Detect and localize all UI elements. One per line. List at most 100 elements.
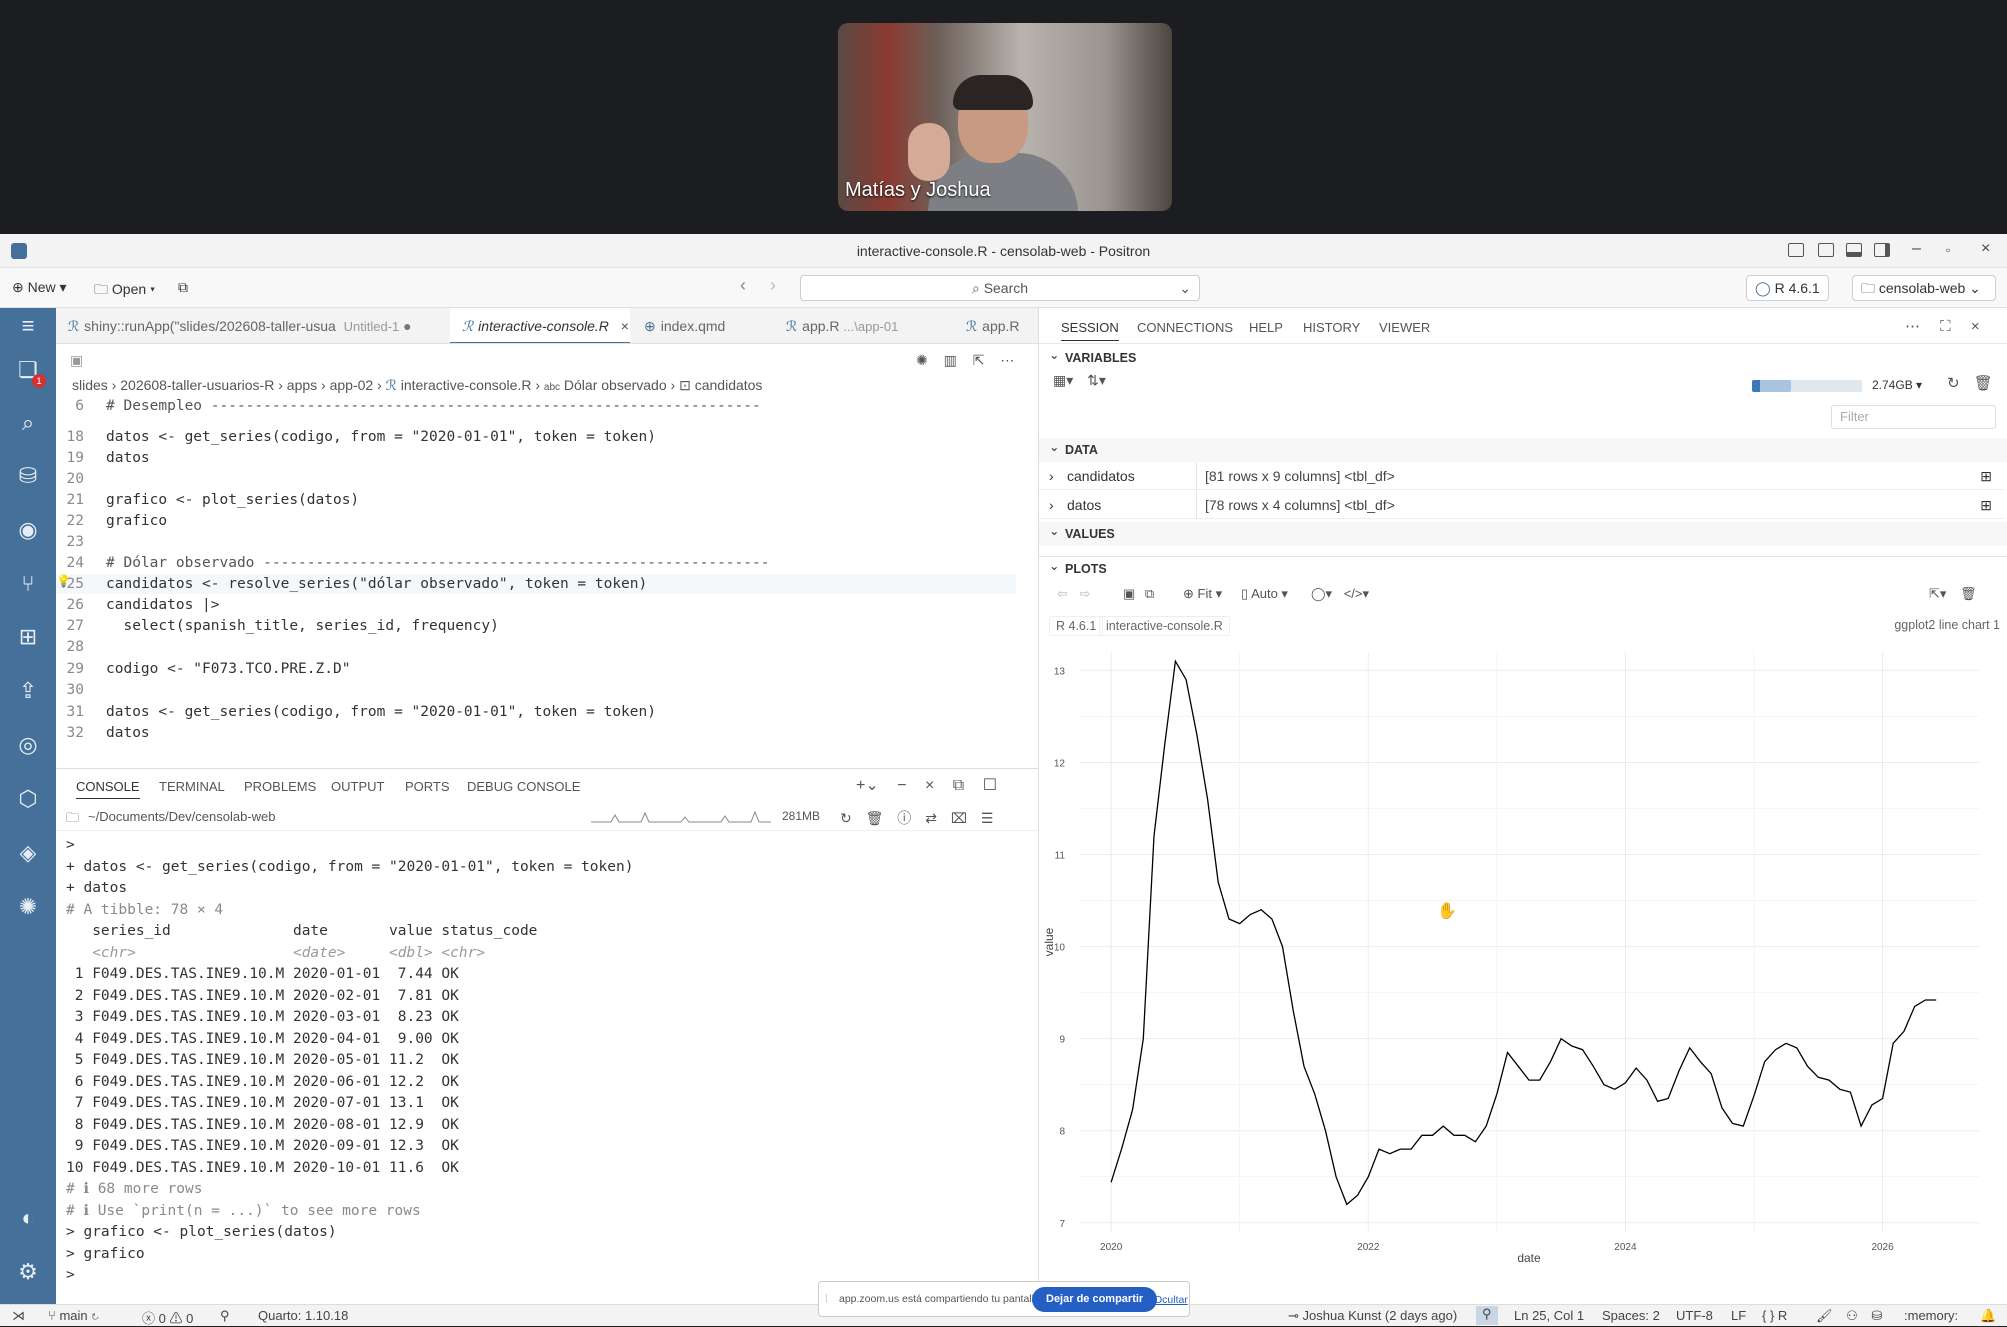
code-line[interactable]: 6 # Desempleo ---------------------------…: [56, 396, 1016, 416]
line-ending[interactable]: LF: [1731, 1308, 1746, 1323]
data-section-header[interactable]: DATA: [1039, 435, 2007, 462]
breadcrumb-item[interactable]: app-02: [330, 377, 374, 393]
db-icon[interactable]: ⛁: [1871, 1308, 1882, 1323]
tab-app-r-01[interactable]: ℛapp.R ...\app-01: [774, 308, 944, 343]
minimize-icon[interactable]: –: [1912, 240, 1921, 258]
tab-connections[interactable]: CONNECTIONS: [1137, 320, 1233, 335]
plots-header[interactable]: PLOTS: [1039, 554, 2007, 580]
hide-link[interactable]: Ocultar: [1154, 1294, 1188, 1306]
add-console-icon[interactable]: +⌄: [856, 777, 879, 794]
code-line[interactable]: 30: [56, 680, 1016, 700]
workspace-icon[interactable]: ⧉: [178, 279, 188, 296]
code-line[interactable]: 22 grafico: [56, 511, 1016, 531]
code-line[interactable]: 19 datos: [56, 448, 1016, 468]
code-line[interactable]: 26 candidatos |>: [56, 595, 1016, 615]
code-line[interactable]: 18 datos <- get_series(codigo, from = "20…: [56, 427, 1016, 447]
chevron-right-icon[interactable]: ›: [1049, 462, 1054, 490]
clear-console-icon[interactable]: ⌧: [951, 810, 967, 826]
tab-problems[interactable]: PROBLEMS: [244, 779, 316, 794]
more-actions-icon[interactable]: ⋯: [1000, 352, 1014, 368]
minimize-panel-icon[interactable]: −: [897, 777, 906, 794]
trash-icon[interactable]: 🗑: [1974, 375, 1993, 392]
chevron-right-icon[interactable]: ›: [1049, 491, 1054, 519]
memory-usage-label[interactable]: 2.74GB ▾: [1872, 378, 1922, 392]
source-control-icon[interactable]: ⑂: [14, 570, 42, 598]
auto-dropdown[interactable]: ▯ Auto ▾: [1241, 586, 1288, 602]
breadcrumb-item[interactable]: Dólar observado: [564, 377, 667, 393]
code-line[interactable]: 24 # Dólar observado --------------------…: [56, 553, 1016, 573]
cursor-position[interactable]: Ln 25, Col 1: [1514, 1308, 1584, 1323]
code-line[interactable]: 32 datos: [56, 723, 1016, 743]
code-line[interactable]: 27 select(spanish_title, series_id, freq…: [56, 616, 1016, 636]
close-icon[interactable]: ×: [925, 777, 934, 794]
view-table-icon[interactable]: ⊞: [1980, 462, 1992, 490]
back-arrow-icon[interactable]: ‹: [740, 275, 746, 296]
open-in-new-window-icon[interactable]: ⇱▾: [1929, 586, 1946, 601]
interrupt-icon[interactable]: ⇄: [925, 810, 937, 826]
copy-plot-icon[interactable]: ⧉: [1145, 586, 1154, 601]
split-editor-icon[interactable]: ▥: [944, 352, 957, 368]
grouping-icon[interactable]: ▦▾: [1053, 372, 1073, 388]
forward-arrow-icon[interactable]: ›: [770, 275, 776, 296]
code-icon[interactable]: </>▾: [1344, 586, 1369, 601]
info-icon[interactable]: ⓘ: [897, 810, 911, 826]
more-actions-icon[interactable]: ⋯: [1905, 318, 1920, 335]
run-debug-icon[interactable]: ◉: [14, 516, 42, 544]
memory-indicator[interactable]: :memory:: [1904, 1308, 1958, 1323]
search-icon[interactable]: ⌕: [14, 409, 42, 437]
assistant-icon[interactable]: ✺: [916, 352, 928, 368]
breadcrumb-item[interactable]: candidatos: [695, 377, 763, 393]
toggle-sidebar-icon[interactable]: [1818, 243, 1834, 257]
tab-index-qmd[interactable]: ⊕ index.qmd: [632, 308, 762, 343]
publish-icon[interactable]: ⇪: [14, 677, 42, 705]
tab-debug-console[interactable]: DEBUG CONSOLE: [467, 779, 580, 794]
extensions-icon[interactable]: ⊞: [14, 623, 42, 651]
refresh-icon[interactable]: ↻: [1947, 375, 1960, 392]
code-line[interactable]: 31 datos <- get_series(codigo, from = "20…: [56, 702, 1016, 722]
wrap-icon[interactable]: ☰: [981, 810, 994, 826]
github-icon[interactable]: ◎: [14, 731, 42, 759]
code-line[interactable]: 21 grafico <- plot_series(datos): [56, 490, 1016, 510]
breadcrumb-item[interactable]: apps: [287, 377, 317, 393]
connections-icon[interactable]: ◈: [14, 839, 42, 867]
tab-shiny-run[interactable]: ℛshiny::runApp("slides/202608-taller-usu…: [56, 308, 450, 343]
tab-interactive-console[interactable]: ℛinteractive-console.R ×: [450, 308, 630, 343]
code-line[interactable]: 20: [56, 469, 1016, 489]
sort-icon[interactable]: ⇅▾: [1087, 372, 1106, 388]
quarto-version[interactable]: Quarto: 1.10.18: [258, 1308, 348, 1323]
save-icon[interactable]: ▣: [70, 352, 83, 369]
stop-sharing-button[interactable]: Dejar de compartir: [1032, 1287, 1158, 1312]
settings-gear-icon[interactable]: ⚙: [14, 1258, 42, 1286]
variable-row[interactable]: › datos [78 rows x 4 columns] <tbl_df> ⊞: [1039, 491, 2004, 519]
blame-indicator[interactable]: ⊸ Joshua Kunst (2 days ago): [1288, 1308, 1457, 1324]
code-line[interactable]: 23: [56, 532, 1016, 552]
drag-handle-icon[interactable]: ⁞: [825, 1293, 828, 1305]
close-window-icon[interactable]: ×: [1981, 240, 1990, 258]
variables-filter-input[interactable]: Filter: [1831, 405, 1996, 429]
language-mode[interactable]: { } R: [1762, 1308, 1787, 1323]
notifications-icon[interactable]: 🔔: [1980, 1308, 1996, 1324]
trash-icon[interactable]: 🗑: [866, 810, 884, 826]
restore-icon[interactable]: ⧉: [953, 777, 964, 794]
open-button[interactable]: 🗀 Open ▾: [94, 279, 155, 303]
tab-console[interactable]: CONSOLE: [76, 779, 140, 799]
tab-app-r-02[interactable]: ℛapp.R: [954, 308, 1038, 343]
brush-icon[interactable]: 🖌: [1816, 1308, 1833, 1323]
tab-output[interactable]: OUTPUT: [331, 779, 384, 794]
indentation[interactable]: Spaces: 2: [1602, 1308, 1660, 1323]
values-section-header[interactable]: VALUES: [1039, 519, 2007, 546]
command-search-input[interactable]: ⌕ Search ⌄: [800, 275, 1200, 301]
layout-customize-icon[interactable]: [1788, 243, 1804, 257]
assistant-icon[interactable]: ✺: [14, 893, 42, 921]
close-tab-icon[interactable]: ×: [621, 318, 629, 334]
ports-icon[interactable]: ⚲: [220, 1308, 230, 1324]
code-line[interactable]: 29 codigo <- "F073.TCO.PRE.Z.D": [56, 659, 1016, 679]
project-selector[interactable]: 🗀 censolab-web ⌄: [1852, 275, 1996, 301]
copilot-icon[interactable]: ⚇: [1846, 1308, 1858, 1323]
code-line[interactable]: 28: [56, 637, 1016, 657]
line-chart[interactable]: 789101112132020 2022 2024 2026datevalue✋: [1039, 642, 2007, 1262]
trash-icon[interactable]: 🗑: [1960, 586, 1977, 601]
maximize-panel-icon[interactable]: ☐: [983, 777, 997, 794]
maximize-icon[interactable]: ▫: [1946, 243, 1950, 257]
tab-history[interactable]: HISTORY: [1303, 320, 1360, 335]
